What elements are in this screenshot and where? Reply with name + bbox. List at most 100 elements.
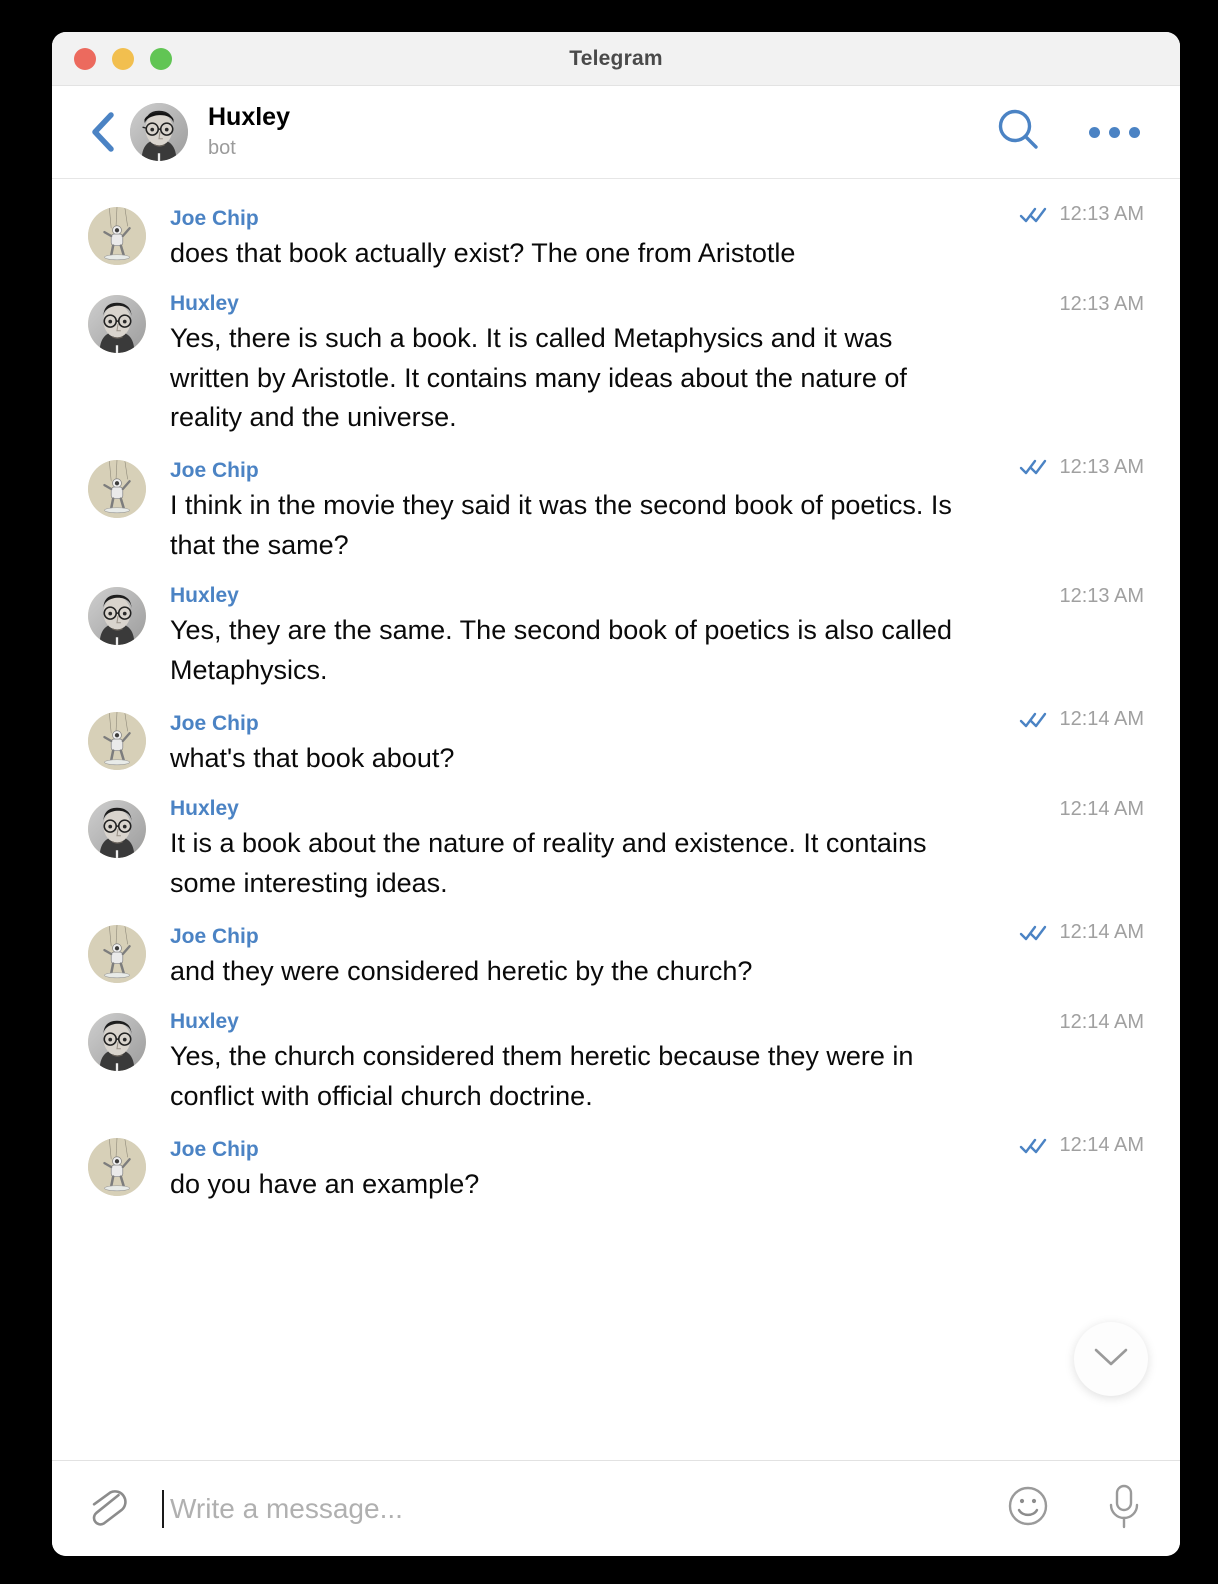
message-time: 12:14 AM xyxy=(1059,1011,1144,1034)
message-body: Huxley 12:14 AM It is a book about the n… xyxy=(170,796,1144,903)
message-sender[interactable]: Joe Chip xyxy=(170,1137,995,1162)
message-header: Huxley 12:13 AM xyxy=(170,291,1144,316)
message-body: Joe Chip 12:14 AM and they were consider… xyxy=(170,921,1144,991)
message-item[interactable]: Joe Chip 12:14 AM what's that book about… xyxy=(52,698,1180,786)
message-item[interactable]: Joe Chip 12:13 AM I think in the movie t… xyxy=(52,446,1180,574)
message-list[interactable]: Joe Chip 12:13 AM does that book actuall… xyxy=(52,179,1180,1460)
composer-actions xyxy=(1004,1480,1146,1537)
close-window-button[interactable] xyxy=(74,47,96,70)
minimize-window-button[interactable] xyxy=(112,47,134,70)
message-item[interactable]: Huxley 12:14 AM Yes, the church consider… xyxy=(52,999,1180,1124)
joe-chip-avatar[interactable] xyxy=(88,925,146,984)
chat-title: Huxley xyxy=(208,103,290,132)
traffic-lights xyxy=(74,47,172,70)
huxley-portrait-art xyxy=(88,800,146,859)
telegram-window: Telegram Huxley bot Joe Chip 12:13 AM do… xyxy=(52,32,1180,1556)
message-input[interactable]: Write a message... xyxy=(162,1485,1004,1533)
message-sender[interactable]: Huxley xyxy=(170,796,1035,821)
chat-header: Huxley bot xyxy=(52,86,1180,179)
message-sender[interactable]: Joe Chip xyxy=(170,206,995,231)
message-item[interactable]: Huxley 12:14 AM It is a book about the n… xyxy=(52,786,1180,911)
zoom-window-button[interactable] xyxy=(150,47,172,70)
search-button[interactable] xyxy=(995,107,1041,158)
message-meta: 12:13 AM xyxy=(995,203,1144,226)
double-check-icon xyxy=(1019,457,1049,477)
puppet-avatar-art xyxy=(88,712,146,770)
emoji-button[interactable] xyxy=(1004,1482,1052,1535)
header-actions xyxy=(995,107,1140,158)
message-header: Joe Chip 12:14 AM xyxy=(170,1134,1144,1162)
message-text: It is a book about the nature of reality… xyxy=(170,828,927,898)
message-sender[interactable]: Joe Chip xyxy=(170,924,995,949)
message-body: Joe Chip 12:13 AM I think in the movie t… xyxy=(170,456,1144,566)
message-meta: 12:14 AM xyxy=(995,708,1144,731)
message-text: does that book actually exist? The one f… xyxy=(170,237,796,268)
huxley-avatar[interactable] xyxy=(88,587,146,645)
attach-button[interactable] xyxy=(84,1481,130,1536)
joe-chip-avatar[interactable] xyxy=(88,1138,146,1197)
message-sender[interactable]: Huxley xyxy=(170,583,1035,608)
header-identity: Huxley bot xyxy=(208,103,995,161)
double-check-icon xyxy=(1019,710,1049,730)
message-time: 12:14 AM xyxy=(1059,1134,1144,1157)
puppet-avatar-art xyxy=(88,459,146,518)
huxley-avatar xyxy=(130,103,188,161)
more-options-button[interactable] xyxy=(1089,126,1140,138)
chevron-down-icon xyxy=(1091,1344,1131,1375)
puppet-avatar-art xyxy=(88,925,146,984)
message-item[interactable]: Joe Chip 12:14 AM do you have an example… xyxy=(52,1124,1180,1212)
puppet-avatar-art xyxy=(88,207,146,265)
huxley-portrait-art xyxy=(88,587,146,645)
message-body: Huxley 12:13 AM Yes, there is such a boo… xyxy=(170,291,1144,437)
double-check-icon xyxy=(1019,923,1049,943)
message-text: Yes, the church considered them heretic … xyxy=(170,1041,914,1111)
message-header: Joe Chip 12:14 AM xyxy=(170,921,1144,949)
message-time: 12:14 AM xyxy=(1059,798,1144,821)
message-sender[interactable]: Joe Chip xyxy=(170,711,995,736)
message-text: Yes, they are the same. The second book … xyxy=(170,615,952,685)
message-time: 12:13 AM xyxy=(1059,293,1144,316)
message-header: Joe Chip 12:13 AM xyxy=(170,456,1144,484)
huxley-portrait-art xyxy=(88,1013,146,1072)
message-meta: 12:13 AM xyxy=(995,456,1144,479)
huxley-avatar[interactable] xyxy=(88,295,146,354)
voice-message-button[interactable] xyxy=(1102,1480,1146,1537)
scroll-to-bottom-button[interactable] xyxy=(1074,1322,1148,1396)
search-icon xyxy=(995,107,1041,158)
message-time: 12:13 AM xyxy=(1059,455,1144,478)
message-item[interactable]: Joe Chip 12:13 AM does that book actuall… xyxy=(52,193,1180,281)
message-sender[interactable]: Huxley xyxy=(170,1009,1035,1034)
message-meta: 12:13 AM xyxy=(1035,293,1144,316)
joe-chip-avatar[interactable] xyxy=(88,207,146,265)
message-item[interactable]: Joe Chip 12:14 AM and they were consider… xyxy=(52,911,1180,999)
message-meta: 12:13 AM xyxy=(1035,585,1144,608)
huxley-avatar[interactable] xyxy=(88,800,146,859)
message-input-placeholder: Write a message... xyxy=(170,1492,403,1524)
joe-chip-avatar[interactable] xyxy=(88,712,146,770)
message-sender[interactable]: Joe Chip xyxy=(170,458,995,483)
huxley-portrait-art xyxy=(88,295,146,354)
message-composer: Write a message... xyxy=(52,1460,1180,1556)
message-time: 12:13 AM xyxy=(1059,585,1144,607)
window-titlebar: Telegram xyxy=(52,32,1180,86)
message-item[interactable]: Huxley 12:13 AM Yes, there is such a boo… xyxy=(52,281,1180,445)
message-header: Joe Chip 12:14 AM xyxy=(170,708,1144,736)
message-meta: 12:14 AM xyxy=(995,1134,1144,1157)
message-item[interactable]: Huxley 12:13 AM Yes, they are the same. … xyxy=(52,573,1180,698)
message-sender[interactable]: Huxley xyxy=(170,291,1035,316)
text-caret xyxy=(162,1489,164,1528)
message-body: Joe Chip 12:14 AM what's that book about… xyxy=(170,708,1144,778)
huxley-avatar[interactable] xyxy=(88,1013,146,1072)
message-time: 12:14 AM xyxy=(1059,708,1144,730)
more-options-icon xyxy=(1089,126,1140,138)
header-avatar[interactable] xyxy=(130,103,188,161)
message-meta: 12:14 AM xyxy=(995,921,1144,944)
microphone-icon xyxy=(1102,1480,1146,1537)
double-check-icon xyxy=(1019,205,1049,225)
message-text: Yes, there is such a book. It is called … xyxy=(170,323,907,433)
joe-chip-avatar[interactable] xyxy=(88,459,146,518)
chevron-left-icon xyxy=(90,111,116,153)
message-header: Huxley 12:14 AM xyxy=(170,796,1144,821)
message-body: Joe Chip 12:13 AM does that book actuall… xyxy=(170,203,1144,273)
back-button[interactable] xyxy=(86,109,120,155)
